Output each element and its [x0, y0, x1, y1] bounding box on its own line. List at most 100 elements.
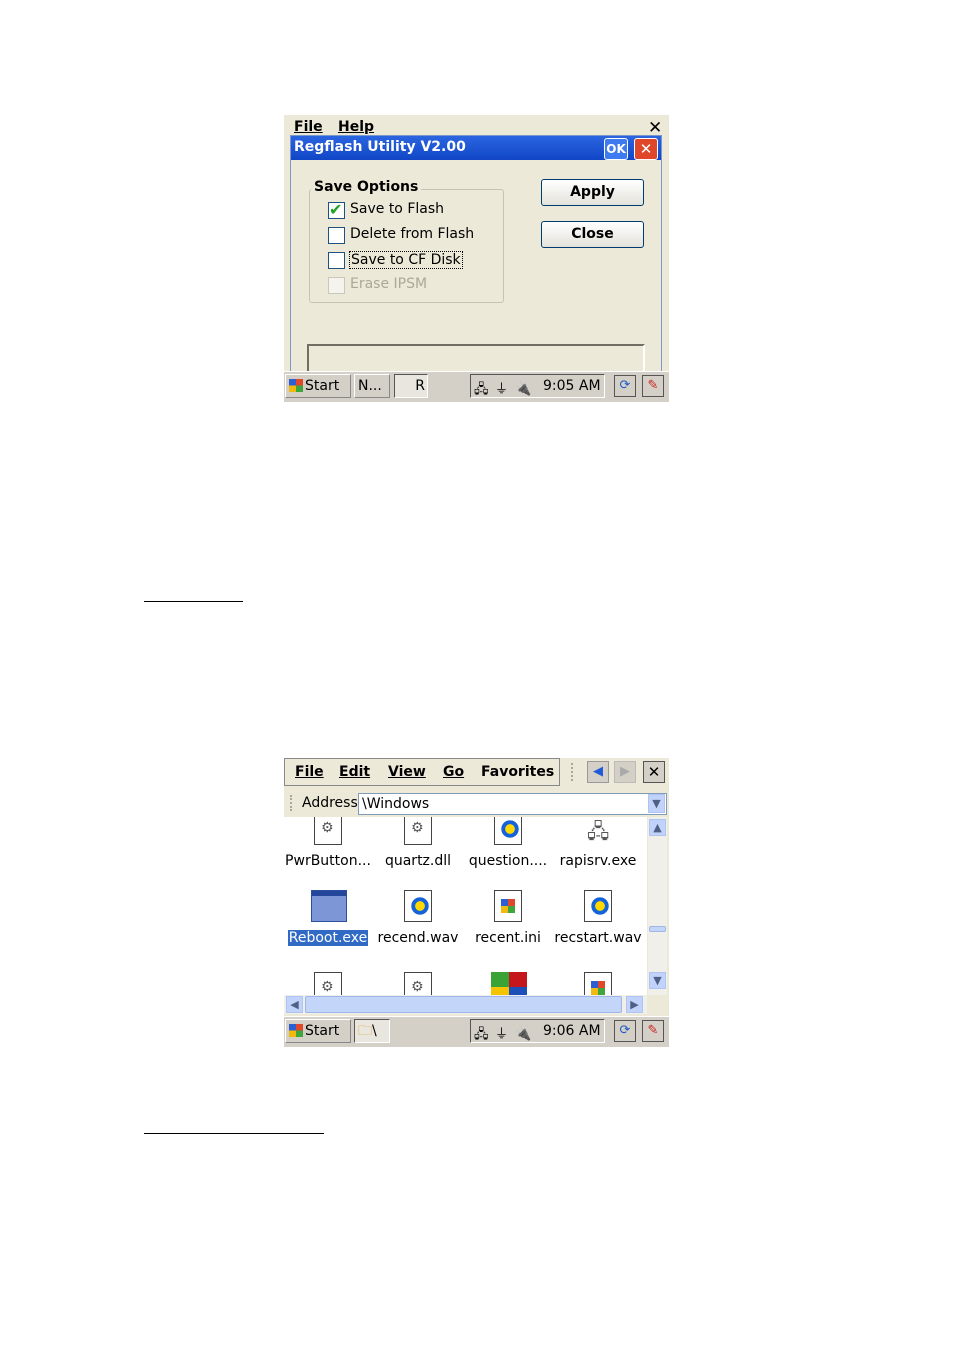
windows-flag-icon — [289, 1024, 303, 1037]
file-item[interactable]: Reboot.exe — [284, 890, 373, 946]
application-window-icon — [311, 890, 347, 924]
checkmark-icon: ✔ — [329, 200, 343, 219]
address-dropdown-arrow-icon[interactable]: ▼ — [648, 794, 665, 813]
back-arrow-icon[interactable]: ◀ — [587, 761, 609, 783]
taskbar: Start N... R 🖧 ⏚ 🔌 9:05 AM ⟳ ✎ — [284, 371, 669, 402]
address-label: Address — [302, 795, 358, 811]
close-icon[interactable]: ✕ — [643, 761, 665, 783]
taskbar-task-n[interactable]: N... — [354, 374, 390, 398]
colorful-cube-icon — [491, 972, 527, 995]
heading-underline-1 — [144, 601, 243, 602]
save-to-cf-disk-checkbox[interactable] — [328, 252, 345, 269]
power-plug-icon[interactable]: 🔌 — [515, 379, 531, 401]
start-button[interactable]: Start — [285, 1019, 351, 1043]
folder-icon: 🗀 — [358, 1023, 372, 1039]
file-item[interactable]: ⚙ — [284, 972, 373, 995]
address-grip[interactable] — [290, 795, 296, 811]
save-to-flash-label[interactable]: Save to Flash — [350, 201, 444, 217]
vertical-scrollbar[interactable]: ▲ ▼ — [648, 817, 667, 995]
gear-document-icon: ⚙ — [401, 817, 435, 847]
toolbar-grip[interactable] — [571, 763, 577, 781]
usb-icon[interactable]: ⏚ — [495, 379, 508, 401]
system-tray: 🖧 ⏚ 🔌 9:06 AM — [470, 1019, 605, 1043]
task-label: \ — [372, 1023, 377, 1039]
file-item[interactable] — [553, 972, 643, 995]
clock[interactable]: 9:05 AM — [543, 375, 601, 397]
save-options-label: Save Options — [311, 179, 422, 195]
desktop-refresh-icon[interactable]: ⟳ — [614, 1020, 636, 1042]
horizontal-scroll-thumb[interactable] — [305, 996, 622, 1013]
menu-view[interactable]: View — [388, 764, 426, 780]
scroll-down-arrow-icon[interactable]: ▼ — [649, 972, 666, 989]
save-to-flash-checkbox[interactable]: ✔ — [328, 200, 345, 219]
menu-edit[interactable]: Edit — [339, 764, 370, 780]
file-name: question.... — [468, 853, 548, 869]
close-button[interactable]: Close — [541, 221, 644, 248]
vertical-scroll-thumb[interactable] — [649, 926, 666, 932]
network-icon[interactable]: 🖧 — [474, 1024, 489, 1046]
scroll-right-arrow-icon[interactable]: ▶ — [626, 996, 643, 1013]
network-devices-icon: 🖧 — [587, 819, 610, 843]
file-item[interactable]: ⚙ PwrButton... — [284, 817, 373, 869]
forward-arrow-icon[interactable]: ▶ — [614, 761, 636, 783]
file-name: Reboot.exe — [287, 930, 369, 946]
scroll-up-arrow-icon[interactable]: ▲ — [649, 819, 666, 836]
address-input[interactable]: \Windows — [358, 793, 667, 815]
menu-help[interactable]: Help — [338, 119, 374, 135]
file-item[interactable] — [463, 972, 553, 995]
system-tray: 🖧 ⏚ 🔌 9:05 AM — [470, 374, 605, 398]
file-item[interactable]: recstart.wav — [553, 890, 643, 946]
file-item[interactable]: ⚙ quartz.dll — [373, 817, 463, 869]
delete-from-flash-label[interactable]: Delete from Flash — [350, 226, 474, 242]
menu-favorites[interactable]: Favorites — [481, 764, 554, 780]
taskbar-task-r[interactable]: R — [394, 374, 428, 398]
power-plug-icon[interactable]: 🔌 — [515, 1024, 531, 1046]
gear-document-icon: ⚙ — [311, 972, 345, 995]
input-panel-icon[interactable]: ✎ — [642, 1020, 664, 1042]
desktop-refresh-icon[interactable]: ⟳ — [614, 375, 636, 397]
file-name: recstart.wav — [554, 930, 642, 946]
scroll-left-arrow-icon[interactable]: ◀ — [286, 996, 303, 1013]
menu-file[interactable]: File — [295, 764, 324, 780]
media-player-icon — [401, 890, 435, 924]
start-label: Start — [305, 1023, 340, 1039]
erase-ipsm-checkbox — [328, 277, 345, 294]
ini-settings-icon — [581, 972, 615, 995]
regflash-screenshot: File Help ✕ Regflash Utility V2.00 OK ✕ … — [284, 115, 669, 402]
gear-document-icon: ⚙ — [401, 972, 435, 995]
dialog-close-button[interactable]: ✕ — [634, 138, 658, 160]
file-item[interactable]: question.... — [463, 817, 553, 869]
dialog-title: Regflash Utility V2.00 — [294, 139, 466, 155]
file-name: PwrButton... — [285, 853, 371, 869]
save-to-cf-disk-label[interactable]: Save to CF Disk — [349, 251, 463, 269]
input-panel-icon[interactable]: ✎ — [642, 375, 664, 397]
media-player-icon — [581, 890, 615, 924]
apply-button[interactable]: Apply — [541, 179, 644, 206]
clock[interactable]: 9:06 AM — [543, 1020, 601, 1042]
gear-document-icon: ⚙ — [311, 817, 345, 847]
file-name: quartz.dll — [384, 853, 452, 869]
start-label: Start — [305, 378, 340, 394]
taskbar: Start 🗀\ 🖧 ⏚ 🔌 9:06 AM ⟳ ✎ — [284, 1016, 669, 1047]
file-item[interactable]: recend.wav — [373, 890, 463, 946]
file-item[interactable]: recent.ini — [463, 890, 553, 946]
file-item[interactable]: 🖧 rapisrv.exe — [553, 817, 643, 869]
start-button[interactable]: Start — [285, 374, 351, 398]
ok-button[interactable]: OK — [604, 138, 628, 160]
usb-icon[interactable]: ⏚ — [495, 1024, 508, 1046]
delete-from-flash-checkbox[interactable] — [328, 227, 345, 244]
horizontal-scrollbar[interactable]: ◀ ▶ — [284, 995, 647, 1014]
menu-go[interactable]: Go — [443, 764, 464, 780]
file-name: rapisrv.exe — [559, 853, 637, 869]
menu-bar-explorer: File Edit View Go Favorites — [284, 758, 560, 786]
network-icon[interactable]: 🖧 — [474, 379, 489, 401]
ini-settings-icon — [491, 890, 525, 924]
media-player-icon — [491, 817, 525, 847]
file-name: recend.wav — [377, 930, 459, 946]
taskbar-task-explorer[interactable]: 🗀\ — [354, 1019, 390, 1043]
menu-file[interactable]: File — [294, 119, 323, 135]
heading-underline-2 — [144, 1133, 324, 1134]
file-name: recent.ini — [475, 930, 541, 946]
explorer-screenshot: File Edit View Go Favorites ◀ ▶ ✕ Addres… — [284, 758, 669, 1047]
file-item[interactable]: ⚙ — [373, 972, 463, 995]
